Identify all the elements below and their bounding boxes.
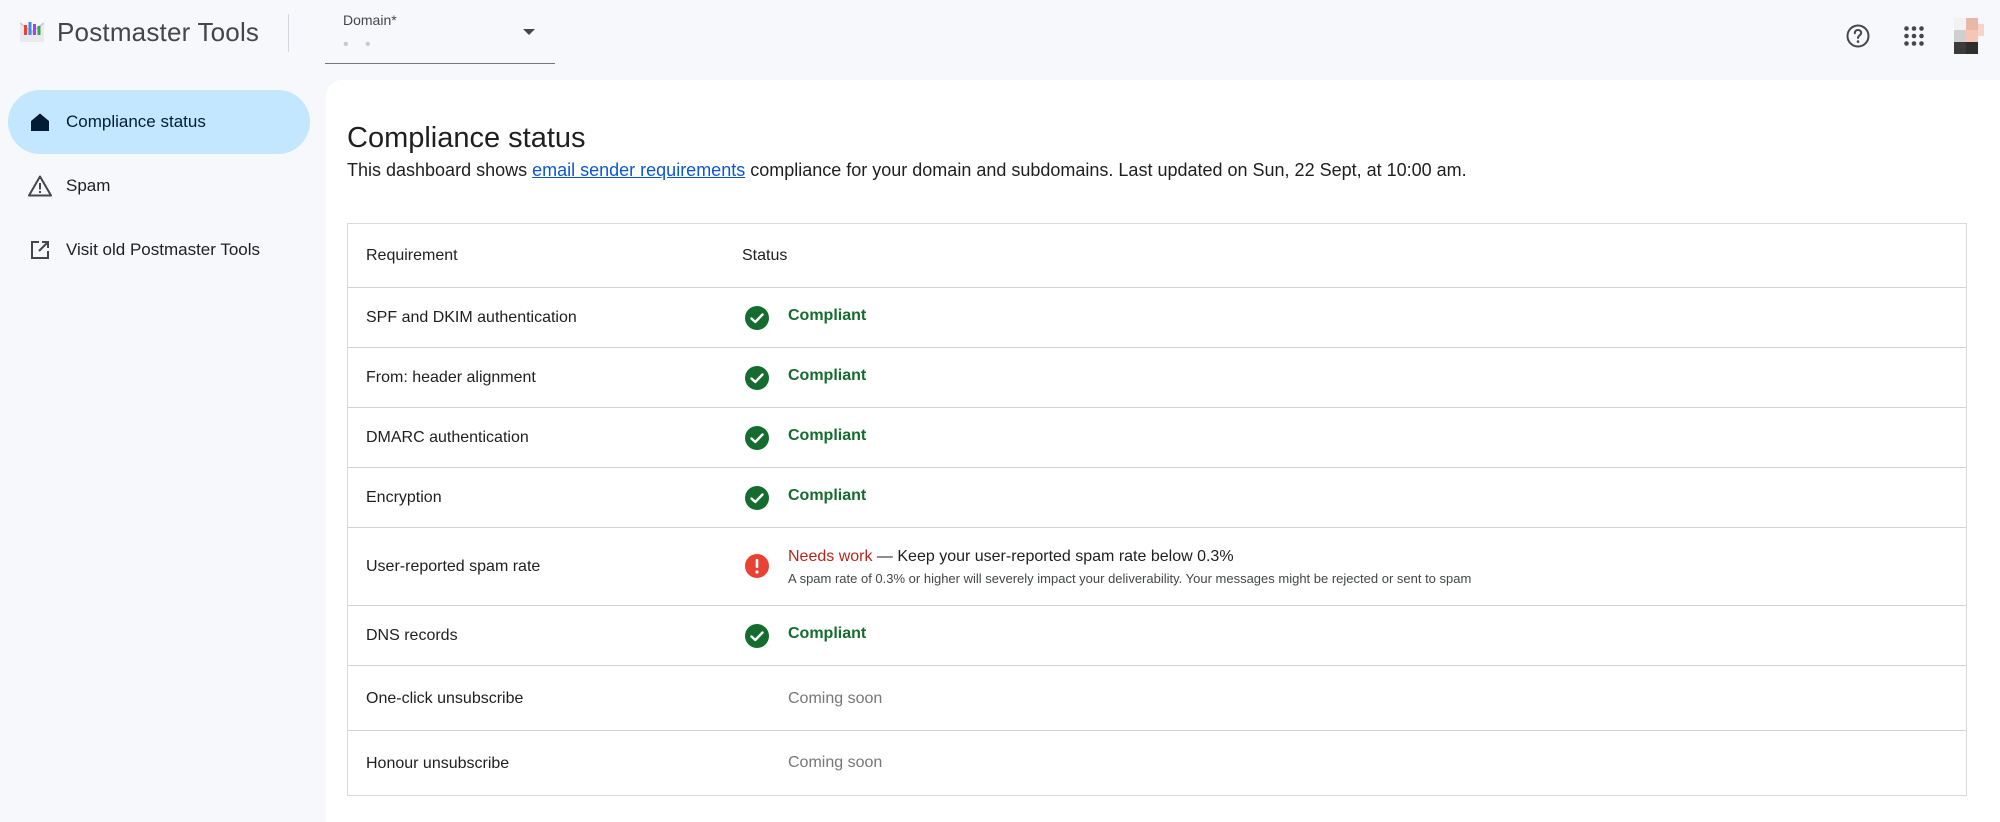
avatar[interactable] xyxy=(1954,18,1984,54)
error-icon xyxy=(745,554,769,578)
requirement-cell: One-click unsubscribe xyxy=(366,690,524,707)
check-circle-icon xyxy=(745,486,769,510)
open-in-new-icon xyxy=(26,236,54,264)
subtitle-text: compliance for your domain and subdomain… xyxy=(745,160,1467,180)
table-row: Encryption Compliant xyxy=(348,468,1966,528)
status-cell: Needs work — Keep your user-reported spa… xyxy=(788,548,1234,566)
help-icon[interactable] xyxy=(1838,16,1878,56)
apps-grid-icon[interactable] xyxy=(1894,16,1934,56)
check-circle-icon xyxy=(745,426,769,450)
requirement-cell: Honour unsubscribe xyxy=(366,755,510,772)
table-row: SPF and DKIM authentication Compliant xyxy=(348,288,1966,348)
domain-select[interactable]: Domain* • • xyxy=(325,4,555,64)
title-divider xyxy=(288,14,289,52)
sidebar-item-visit-old-postmaster[interactable]: Visit old Postmaster Tools xyxy=(8,218,310,282)
table-row: DNS records Compliant xyxy=(348,606,1966,666)
sidebar-item-spam[interactable]: Spam xyxy=(8,154,310,218)
main-content: Compliance status This dashboard shows e… xyxy=(326,80,2000,822)
dropdown-caret-icon xyxy=(523,29,535,35)
check-circle-icon xyxy=(745,624,769,648)
check-circle-icon xyxy=(745,306,769,330)
table-row: One-click unsubscribe Coming soon xyxy=(348,666,1966,731)
requirement-cell: From: header alignment xyxy=(366,369,536,386)
requirement-cell: User-reported spam rate xyxy=(366,558,541,575)
email-sender-requirements-link[interactable]: email sender requirements xyxy=(532,160,745,180)
warning-icon xyxy=(26,172,54,200)
requirement-cell: DNS records xyxy=(366,627,458,644)
compliance-table: Requirement Status SPF and DKIM authenti… xyxy=(347,223,1967,796)
needs-work-message: — Keep your user-reported spam rate belo… xyxy=(872,548,1234,565)
requirement-cell: DMARC authentication xyxy=(366,429,529,446)
column-header-requirement: Requirement xyxy=(366,247,458,264)
top-app-bar: Postmaster Tools Domain* • • xyxy=(0,0,2000,80)
status-cell: Compliant xyxy=(788,427,867,444)
needs-work-label: Needs work xyxy=(788,548,873,565)
status-cell: Compliant xyxy=(788,307,867,324)
app-title[interactable]: Postmaster Tools xyxy=(57,16,259,48)
sidebar-item-label: Spam xyxy=(66,176,111,195)
column-header-status: Status xyxy=(742,247,788,264)
status-cell: Coming soon xyxy=(788,690,883,707)
status-cell: Coming soon xyxy=(788,754,883,771)
table-row: DMARC authentication Compliant xyxy=(348,408,1966,468)
sidebar-item-label: Compliance status xyxy=(66,112,206,131)
domain-value: • • xyxy=(343,36,377,53)
table-row: From: header alignment Compliant xyxy=(348,348,1966,408)
status-cell: Compliant xyxy=(788,487,867,504)
sidebar-item-label: Visit old Postmaster Tools xyxy=(66,240,261,259)
page-subtitle: This dashboard shows email sender requir… xyxy=(347,160,1467,181)
status-detail: A spam rate of 0.3% or higher will sever… xyxy=(788,571,1472,586)
subtitle-text: This dashboard shows xyxy=(347,160,533,180)
table-header-row: Requirement Status xyxy=(348,224,1966,288)
domain-label: Domain* xyxy=(343,12,397,28)
requirement-cell: SPF and DKIM authentication xyxy=(366,309,577,326)
status-cell: Compliant xyxy=(788,625,867,642)
requirement-cell: Encryption xyxy=(366,489,442,506)
status-cell: Compliant xyxy=(788,367,867,384)
home-icon xyxy=(26,108,54,136)
sidebar-item-compliance-status[interactable]: Compliance status xyxy=(8,90,310,154)
table-row: User-reported spam rate Needs work — Kee… xyxy=(348,528,1966,606)
table-row: Honour unsubscribe Coming soon xyxy=(348,731,1966,795)
postmaster-logo-icon[interactable] xyxy=(16,16,48,48)
page-title: Compliance status xyxy=(347,122,586,154)
check-circle-icon xyxy=(745,366,769,390)
